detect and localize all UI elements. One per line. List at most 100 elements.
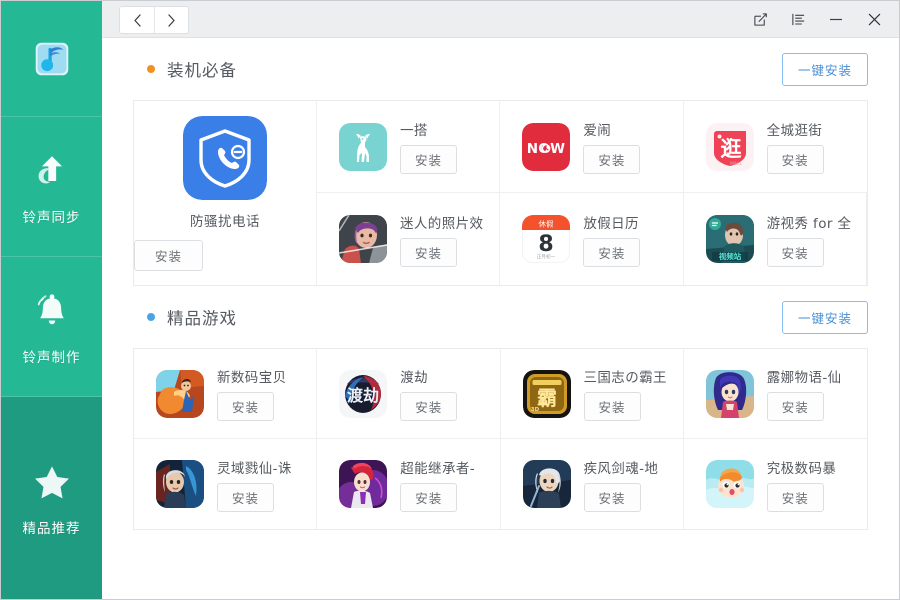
menu-button[interactable] xyxy=(789,10,807,28)
app-card[interactable]: NOW 爱闹 安装 xyxy=(500,101,683,193)
game-card[interactable]: 露娜物语-仙 安装 xyxy=(684,349,867,439)
app-info: 一搭 安装 xyxy=(400,119,457,174)
app-info: 游视秀 for 全 安装 xyxy=(767,212,852,267)
ba-gold-icon: 霸 3D xyxy=(523,370,571,418)
one-click-install-button-essentials[interactable]: 一键安装 xyxy=(782,53,868,86)
feedback-button[interactable] xyxy=(751,10,769,28)
section-title: 精品游戏 xyxy=(167,305,237,329)
app-name: 爱闹 xyxy=(583,119,640,139)
app-info: 爱闹 安装 xyxy=(583,119,640,174)
app-card[interactable]: 逛 MALL 全城逛街 安装 xyxy=(684,101,867,193)
app-name: 究极数码暴 xyxy=(767,457,837,477)
section-dot-icon xyxy=(147,65,155,73)
svg-text:正月初一: 正月初一 xyxy=(537,253,556,260)
digimon-icon xyxy=(156,370,204,418)
one-click-install-button-games[interactable]: 一键安装 xyxy=(782,301,868,334)
photo-portrait-icon xyxy=(339,215,387,263)
back-button[interactable] xyxy=(120,7,154,33)
install-button[interactable]: 安装 xyxy=(400,238,457,267)
close-button[interactable] xyxy=(865,10,883,28)
sidebar: 铃声同步 铃声制作 精品推荐 xyxy=(1,1,102,599)
app-name: 三国志の霸王 xyxy=(584,366,667,386)
install-button[interactable]: 安装 xyxy=(767,392,824,421)
app-info: 露娜物语-仙 安装 xyxy=(767,366,842,421)
app-info: 全城逛街 安装 xyxy=(767,119,824,174)
game-card[interactable]: 渡劫 渡劫 安装 xyxy=(317,349,500,439)
featured-app-card[interactable]: 防骚扰电话 安装 xyxy=(134,101,317,285)
install-button[interactable]: 安装 xyxy=(767,483,824,512)
navigation-buttons xyxy=(119,6,189,34)
game-card[interactable]: 新数码宝贝 安装 xyxy=(134,349,317,439)
game-card[interactable]: 究极数码暴 安装 xyxy=(684,439,867,529)
install-button[interactable]: 安装 xyxy=(584,483,641,512)
app-name: 疾风剑魂-地 xyxy=(584,457,659,477)
close-icon xyxy=(867,12,882,27)
featured-app-name: 防骚扰电话 xyxy=(190,210,260,230)
app-name: 灵域戮仙-诛 xyxy=(217,457,292,477)
app-card[interactable]: 休假 8 正月初一 放假日历 安装 xyxy=(500,193,683,285)
install-button[interactable]: 安装 xyxy=(583,238,640,267)
svg-text:渡劫: 渡劫 xyxy=(347,386,379,405)
games-grid: 新数码宝贝 安装 渡劫 xyxy=(133,348,868,530)
sidebar-item-label: 精品推荐 xyxy=(23,517,81,537)
section-games: 精品游戏 一键安装 xyxy=(133,286,868,530)
app-info: 三国志の霸王 安装 xyxy=(584,366,667,421)
app-info: 新数码宝贝 安装 xyxy=(217,366,287,421)
digital-pet-icon xyxy=(706,460,754,508)
svg-text:逛: 逛 xyxy=(720,137,741,161)
forward-button[interactable] xyxy=(154,7,188,33)
svg-text:休假: 休假 xyxy=(539,219,554,229)
now-logo-icon: NOW xyxy=(522,123,570,171)
superpower-heir-icon xyxy=(339,460,387,508)
music-note-logo xyxy=(29,36,75,82)
dujie-icon: 渡劫 xyxy=(339,370,387,418)
app-info: 迷人的照片效 安装 xyxy=(400,212,483,267)
featured-install-button[interactable]: 安装 xyxy=(134,240,203,271)
install-button[interactable]: 安装 xyxy=(400,483,457,512)
list-menu-icon xyxy=(791,12,806,27)
svg-text:MALL: MALL xyxy=(730,161,742,167)
app-info: 放假日历 安装 xyxy=(583,212,640,267)
install-button[interactable]: 安装 xyxy=(584,392,641,421)
install-button[interactable]: 安装 xyxy=(767,145,824,174)
svg-text:3D: 3D xyxy=(530,407,539,413)
install-button[interactable]: 安装 xyxy=(217,392,274,421)
app-name: 露娜物语-仙 xyxy=(767,366,842,386)
sidebar-item-recommended[interactable]: 精品推荐 xyxy=(1,397,102,599)
install-button[interactable]: 安装 xyxy=(400,145,457,174)
install-button[interactable]: 安装 xyxy=(217,483,274,512)
game-card[interactable]: 疾风剑魂-地 安装 xyxy=(501,439,684,529)
bell-icon xyxy=(30,288,74,332)
minimize-button[interactable] xyxy=(827,10,845,28)
install-button[interactable]: 安装 xyxy=(400,392,457,421)
shield-phone-block-icon xyxy=(183,116,267,200)
luna-girl-icon xyxy=(706,370,754,418)
svg-text:视频站: 视频站 xyxy=(718,251,741,261)
app-name: 新数码宝贝 xyxy=(217,366,287,386)
titlebar xyxy=(102,1,899,38)
edit-square-icon xyxy=(753,12,768,27)
app-logo xyxy=(1,1,102,117)
svg-text:霸: 霸 xyxy=(537,386,557,410)
app-name: 一搭 xyxy=(400,119,457,139)
app-info: 疾风剑魂-地 安装 xyxy=(584,457,659,512)
svg-text:8: 8 xyxy=(539,232,554,257)
game-card[interactable]: 霸 3D 三国志の霸王 安装 xyxy=(501,349,684,439)
app-card[interactable]: 一搭 安装 xyxy=(317,101,500,193)
sidebar-item-ringtone-sync[interactable]: 铃声同步 xyxy=(1,117,102,257)
app-card[interactable]: 迷人的照片效 安装 xyxy=(317,193,500,285)
app-name: 全城逛街 xyxy=(767,119,824,139)
game-card[interactable]: 超能继承者- 安装 xyxy=(317,439,500,529)
star-icon xyxy=(30,459,74,503)
game-card[interactable]: 灵域戮仙-诛 安装 xyxy=(134,439,317,529)
guang-shop-icon: 逛 MALL xyxy=(706,123,754,171)
install-button[interactable]: 安装 xyxy=(767,238,824,267)
install-button[interactable]: 安装 xyxy=(583,145,640,174)
section-header: 精品游戏 一键安装 xyxy=(133,286,868,348)
sidebar-item-ringtone-maker[interactable]: 铃声制作 xyxy=(1,257,102,397)
chevron-left-icon xyxy=(131,13,144,28)
app-card[interactable]: 视频站 游视秀 for 全 安装 xyxy=(684,193,867,285)
jifeng-swordsman-icon xyxy=(523,460,571,508)
window-buttons xyxy=(751,10,889,28)
app-name: 渡劫 xyxy=(400,366,457,386)
